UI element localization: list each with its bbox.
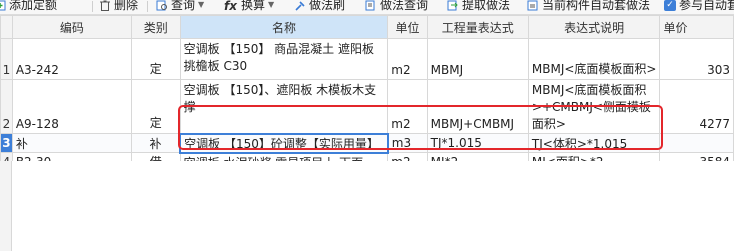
row-number[interactable]: 1 xyxy=(0,38,13,80)
join-auto-apply-checkbox[interactable]: ✓ 参与自动套 xyxy=(664,0,734,11)
extract-icon xyxy=(447,0,458,10)
conversion-label: 换算 xyxy=(241,0,266,12)
table-header-row: 编码 类别 名称 单位 工程量表达式 表达式说明 单价 xyxy=(0,15,734,39)
column-header-expression-desc[interactable]: 表达式说明 xyxy=(527,15,661,39)
query-button[interactable]: 查询 ▼ xyxy=(156,0,204,11)
auto-apply-method-button[interactable]: 当前构件自动套做法 xyxy=(527,0,650,11)
delete-label: 删除 xyxy=(114,0,139,12)
auto-apply-icon xyxy=(527,0,538,10)
row-number[interactable]: 3 xyxy=(0,133,13,153)
table-row-selected[interactable]: 3 补 补 空调板 【150】砼调整【实际用量】 m3 TJ*1.015 TJ<… xyxy=(0,132,734,154)
method-brush-button[interactable]: 做法刷 xyxy=(294,0,345,11)
cell-price[interactable]: 303 xyxy=(659,38,734,80)
row-number[interactable]: 2 xyxy=(0,79,13,134)
cell-unit[interactable]: m2 xyxy=(387,79,428,134)
toolbar: 添加定额 删除 查询 ▼ fx 换算 ▼ 做法刷 做法查询 提取做法 当前构件自… xyxy=(0,0,734,15)
brush-icon xyxy=(295,0,305,11)
method-brush-label: 做法刷 xyxy=(309,0,346,12)
cell-price[interactable] xyxy=(659,133,734,153)
method-query-icon xyxy=(365,0,375,10)
row-header-strip xyxy=(0,161,12,251)
quota-table: 编码 类别 名称 单位 工程量表达式 表达式说明 单价 1 A3-242 定 空… xyxy=(0,15,734,172)
column-header-price[interactable]: 单价 xyxy=(659,15,734,39)
cell-expression-desc[interactable]: MBMJ<底面模板面积>+CMBMJ<侧面模板面积> xyxy=(527,79,661,134)
cell-expression[interactable]: MBMJ xyxy=(426,38,529,80)
add-quota-icon xyxy=(0,0,6,10)
cell-unit[interactable]: m2 xyxy=(387,38,428,80)
column-header-unit[interactable]: 单位 xyxy=(387,15,428,39)
cell-type[interactable]: 定 xyxy=(130,38,181,80)
cell-unit[interactable]: m3 xyxy=(387,133,428,153)
fx-icon: fx xyxy=(224,0,237,13)
query-label: 查询 xyxy=(171,0,196,12)
method-query-button[interactable]: 做法查询 xyxy=(365,0,428,11)
extract-method-button[interactable]: 提取做法 xyxy=(447,0,510,11)
table-row[interactable]: 1 A3-242 定 空调板 【150】 商品混凝土 遮阳板 挑檐板 C30 m… xyxy=(0,38,734,80)
query-icon xyxy=(156,0,167,10)
delete-icon xyxy=(100,0,110,11)
cell-expression-desc[interactable]: TJ<体积>*1.015 xyxy=(527,133,661,153)
column-header-name[interactable]: 名称 xyxy=(179,15,389,39)
join-auto-apply-label: 参与自动套 xyxy=(679,0,734,12)
add-quota-label: 添加定额 xyxy=(9,0,58,12)
chevron-down-icon[interactable]: ▼ xyxy=(198,0,204,11)
cell-price[interactable]: 4277 xyxy=(659,79,734,134)
column-header-expression[interactable]: 工程量表达式 xyxy=(426,15,529,39)
cell-code[interactable]: A9-128 xyxy=(11,79,132,134)
checkbox-icon: ✓ xyxy=(664,0,676,11)
cell-code[interactable]: 补 xyxy=(11,133,132,153)
auto-apply-method-label: 当前构件自动套做法 xyxy=(542,0,651,12)
chevron-down-icon[interactable]: ▼ xyxy=(268,0,274,11)
toolbar-divider xyxy=(92,1,93,12)
cell-code[interactable]: A3-242 xyxy=(11,38,132,80)
empty-grid-area xyxy=(0,161,734,251)
cell-expression-desc[interactable]: MBMJ<底面模板面积> xyxy=(527,38,661,80)
cell-name-editing[interactable]: 空调板 【150】砼调整【实际用量】 xyxy=(179,132,389,154)
cell-expression[interactable]: TJ*1.015 xyxy=(426,133,529,153)
table-row[interactable]: 2 A9-128 定 空调板 【150】、遮阳板 木模板木支撑 m2 MBMJ+… xyxy=(0,79,734,134)
extract-method-label: 提取做法 xyxy=(462,0,511,12)
cell-type[interactable]: 定 xyxy=(130,79,181,134)
toolbar-divider xyxy=(147,1,148,12)
corner-cell xyxy=(0,15,13,39)
cell-expression[interactable]: MBMJ+CMBMJ xyxy=(426,79,529,134)
method-query-label: 做法查询 xyxy=(380,0,429,12)
cell-name[interactable]: 空调板 【150】、遮阳板 木模板木支撑 xyxy=(179,79,389,134)
add-quota-button[interactable]: 添加定额 xyxy=(0,0,57,11)
conversion-button[interactable]: fx 换算 ▼ xyxy=(224,0,274,13)
delete-button[interactable]: 删除 xyxy=(99,0,138,11)
cell-name[interactable]: 空调板 【150】 商品混凝土 遮阳板 挑檐板 C30 xyxy=(179,38,389,80)
column-header-code[interactable]: 编码 xyxy=(11,15,132,39)
cell-type[interactable]: 补 xyxy=(130,133,181,153)
column-header-type[interactable]: 类别 xyxy=(130,15,181,39)
